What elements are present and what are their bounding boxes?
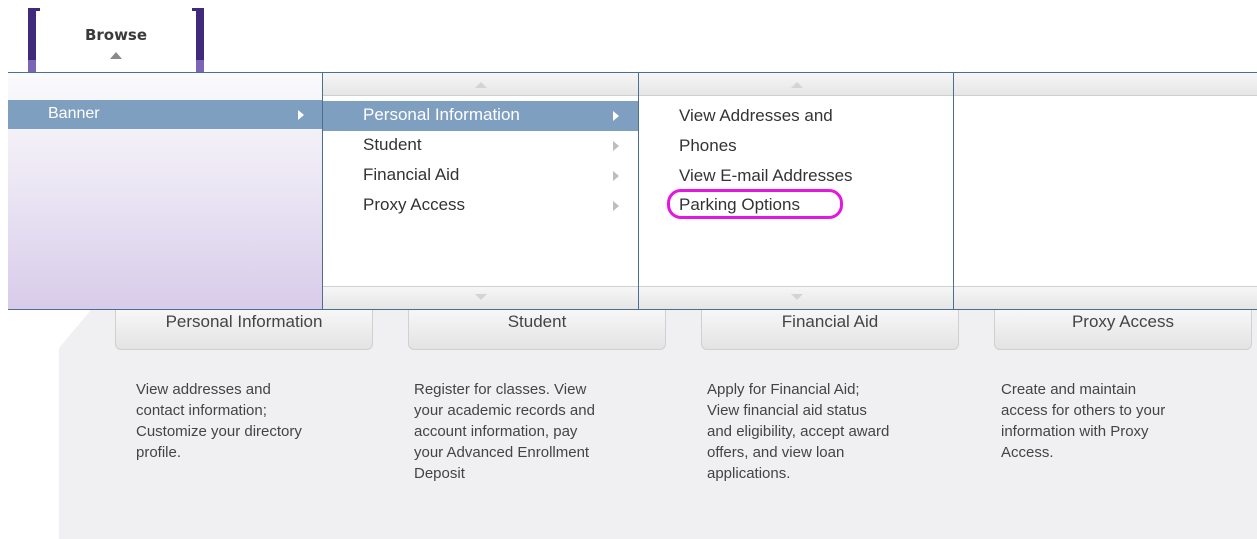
- description-line: Customize your directory: [136, 423, 302, 440]
- panel-notch: [59, 310, 91, 348]
- browse-tab[interactable]: Browse: [28, 8, 204, 74]
- menu-item-view-addresses-phones[interactable]: View Addresses and Phones: [679, 101, 833, 161]
- scroll-up-button[interactable]: [323, 73, 638, 96]
- scroll-up-button[interactable]: [954, 73, 1257, 96]
- scroll-down-button[interactable]: [323, 286, 638, 309]
- description-line: Apply for Financial Aid;: [707, 381, 860, 398]
- menu-column-personal-information: View Addresses and Phones View E-mail Ad…: [638, 73, 954, 309]
- scroll-up-button[interactable]: [639, 73, 954, 96]
- card-description-personal-information: View addresses and contact information; …: [136, 379, 376, 463]
- caret-up-icon: [790, 82, 803, 88]
- description-line: Register for classes. View: [414, 381, 587, 398]
- chevron-right-icon: [613, 141, 619, 151]
- chevron-right-icon: [613, 171, 619, 181]
- card-description-financial-aid: Apply for Financial Aid; View financial …: [707, 379, 947, 484]
- menu-item-view-email-addresses[interactable]: View E-mail Addresses: [679, 161, 853, 191]
- description-line: and eligibility, accept award: [707, 423, 890, 440]
- scroll-down-button[interactable]: [639, 286, 954, 309]
- description-line: applications.: [707, 465, 791, 482]
- description-line: profile.: [136, 444, 182, 461]
- chevron-right-icon: [613, 201, 619, 211]
- card-tab-financial-aid[interactable]: Financial Aid: [701, 310, 959, 350]
- description-line: View addresses and: [136, 381, 271, 398]
- menu-item-label: Financial Aid: [363, 165, 460, 184]
- menu-item-label: Personal Information: [363, 105, 520, 124]
- description-line: your academic records and: [414, 402, 595, 419]
- chevron-right-icon: [613, 111, 619, 121]
- description-line: Access.: [1001, 444, 1054, 461]
- card-description-proxy-access: Create and maintain access for others to…: [1001, 379, 1241, 463]
- menu-item-student[interactable]: Student: [323, 131, 638, 161]
- description-line: Create and maintain: [1001, 381, 1137, 398]
- description-line: access for others to your: [1001, 402, 1166, 419]
- caret-up-icon: [110, 52, 122, 59]
- browse-menu: Banner Personal Information Student Fina…: [8, 73, 1257, 310]
- menu-item-label: Proxy Access: [363, 195, 466, 214]
- menu-item-personal-information[interactable]: Personal Information: [323, 101, 638, 131]
- card-tab-personal-information[interactable]: Personal Information: [115, 310, 373, 350]
- menu-item-financial-aid[interactable]: Financial Aid: [323, 161, 638, 191]
- description-line: View financial aid status: [707, 402, 867, 419]
- caret-up-icon: [474, 82, 487, 88]
- description-line: offers, and view loan: [707, 444, 845, 461]
- menu-column-empty: [953, 73, 1257, 309]
- menu-item-proxy-access[interactable]: Proxy Access: [323, 191, 638, 221]
- caret-down-icon: [474, 294, 487, 300]
- menu-item-label: Student: [363, 135, 422, 154]
- menu-item-banner[interactable]: Banner: [8, 100, 322, 129]
- card-tab-student[interactable]: Student: [408, 310, 666, 350]
- card-description-student: Register for classes. View your academic…: [414, 379, 654, 484]
- description-line: Deposit: [414, 465, 465, 482]
- menu-column-categories: Personal Information Student Financial A…: [322, 73, 638, 309]
- browse-tab-label: Browse: [84, 26, 148, 44]
- menu-column-root: Banner: [8, 73, 322, 309]
- description-line: account information, pay: [414, 423, 578, 440]
- caret-down-icon: [790, 294, 803, 300]
- chevron-right-icon: [298, 110, 304, 120]
- menu-item-banner-label: Banner: [48, 105, 100, 122]
- menu-item-label-line2: Phones: [679, 136, 737, 155]
- menu-item-label-line1: View Addresses and: [679, 106, 833, 125]
- card-tab-proxy-access[interactable]: Proxy Access: [994, 310, 1252, 350]
- scroll-down-button[interactable]: [954, 286, 1257, 309]
- description-line: contact information;: [136, 402, 267, 419]
- description-line: information with Proxy: [1001, 423, 1149, 440]
- highlight-ring: [667, 189, 843, 219]
- description-line: your Advanced Enrollment: [414, 444, 590, 461]
